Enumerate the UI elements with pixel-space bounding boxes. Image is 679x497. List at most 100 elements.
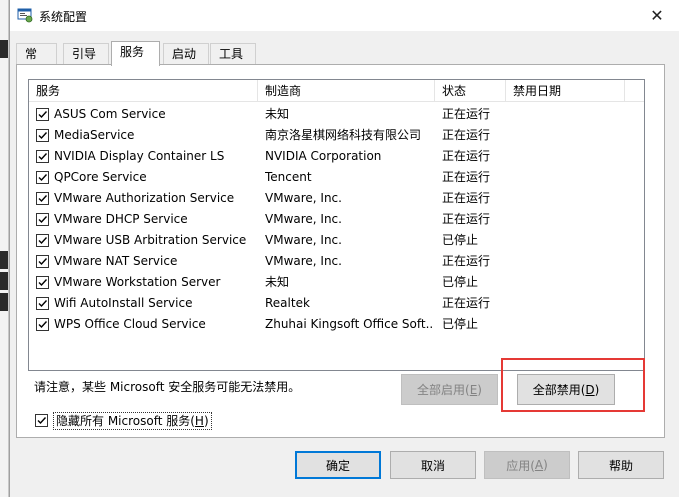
service-name: VMware Workstation Server <box>54 275 221 289</box>
service-name: Wifi AutoInstall Service <box>54 296 193 310</box>
apply-button[interactable]: 应用(A) <box>484 451 570 479</box>
service-status: 正在运行 <box>442 254 491 268</box>
checkmark-icon <box>38 279 48 287</box>
background-block <box>0 251 8 269</box>
service-name: MediaService <box>54 128 135 142</box>
service-checkbox[interactable] <box>36 318 49 331</box>
enable-all-label: 全部启用( <box>417 383 470 397</box>
service-status: 正在运行 <box>442 212 491 226</box>
disable-all-button[interactable]: 全部禁用(D) <box>517 374 615 405</box>
service-checkbox[interactable] <box>36 150 49 163</box>
table-row[interactable]: VMware USB Arbitration Service VMware, I… <box>29 230 644 251</box>
service-status: 正在运行 <box>442 107 491 121</box>
disable-all-suffix: ) <box>594 382 600 397</box>
apply-suffix: ) <box>543 458 548 472</box>
table-row[interactable]: VMware NAT Service VMware, Inc. 正在运行 <box>29 251 644 272</box>
help-label: 帮助 <box>608 458 633 473</box>
service-checkbox[interactable] <box>36 234 49 247</box>
table-row[interactable]: VMware Workstation Server 未知 已停止 <box>29 272 644 293</box>
service-name: VMware Authorization Service <box>54 191 235 205</box>
table-row[interactable]: VMware Authorization Service VMware, Inc… <box>29 188 644 209</box>
tab-tools[interactable]: 工具 <box>210 43 256 65</box>
service-manufacturer: Realtek <box>265 296 310 310</box>
tab-services[interactable]: 服务 <box>111 41 160 66</box>
background-block <box>0 40 8 58</box>
table-row[interactable]: MediaService 南京洛星棋网络科技有限公司 正在运行 <box>29 125 644 146</box>
service-disabled-date <box>513 209 623 230</box>
service-name: QPCore Service <box>54 170 147 184</box>
tab-label: 引导 <box>72 47 97 61</box>
tab-boot[interactable]: 引导 <box>63 43 109 65</box>
service-name: ASUS Com Service <box>54 107 166 121</box>
apply-label: 应用( <box>506 458 535 473</box>
service-manufacturer: VMware, Inc. <box>265 254 342 268</box>
table-row[interactable]: QPCore Service Tencent 正在运行 <box>29 167 644 188</box>
msconfig-icon <box>17 8 33 23</box>
list-header: 服务 制造商 状态 禁用日期 <box>29 80 644 102</box>
hide-ms-accesskey: H <box>194 414 204 428</box>
disable-all-accesskey: D <box>585 382 595 397</box>
ms-services-note: 请注意，某些 Microsoft 安全服务可能无法禁用。 <box>34 380 301 394</box>
service-status: 正在运行 <box>442 191 491 205</box>
service-manufacturer: 南京洛星棋网络科技有限公司 <box>265 128 422 142</box>
service-disabled-date <box>513 293 623 314</box>
cancel-button[interactable]: 取消 <box>390 451 476 479</box>
service-status: 已停止 <box>442 233 479 247</box>
service-status: 正在运行 <box>442 296 491 310</box>
service-name: WPS Office Cloud Service <box>54 317 206 331</box>
tab-label: 工具 <box>219 47 244 61</box>
service-name: NVIDIA Display Container LS <box>54 149 225 163</box>
help-button[interactable]: 帮助 <box>578 451 664 479</box>
column-header-disabled-date[interactable]: 禁用日期 <box>506 80 625 102</box>
hide-ms-services-label: 隐藏所有 Microsoft 服务(H) <box>53 412 212 430</box>
service-checkbox[interactable] <box>36 192 49 205</box>
service-name: VMware NAT Service <box>54 254 178 268</box>
service-disabled-date <box>513 125 623 146</box>
table-row[interactable]: ASUS Com Service 未知 正在运行 <box>29 104 644 125</box>
service-manufacturer: VMware, Inc. <box>265 191 342 205</box>
service-manufacturer: Zhuhai Kingsoft Office Soft... <box>265 317 433 331</box>
service-disabled-date <box>513 188 623 209</box>
checkmark-icon <box>38 132 48 140</box>
service-status: 已停止 <box>442 275 479 289</box>
title-bar: 系统配置 ✕ <box>10 0 679 31</box>
service-name: VMware USB Arbitration Service <box>54 233 247 247</box>
service-checkbox[interactable] <box>36 171 49 184</box>
ok-button[interactable]: 确定 <box>295 451 381 479</box>
service-status: 已停止 <box>442 317 479 331</box>
column-header-status[interactable]: 状态 <box>435 80 506 102</box>
table-row[interactable]: NVIDIA Display Container LS NVIDIA Corpo… <box>29 146 644 167</box>
service-checkbox[interactable] <box>36 213 49 226</box>
enable-all-button[interactable]: 全部启用(E) <box>401 374 498 405</box>
tab-general[interactable]: 常规 <box>16 43 57 81</box>
column-header-manufacturer[interactable]: 制造商 <box>258 80 435 102</box>
tab-label: 服务 <box>120 45 145 59</box>
service-manufacturer: NVIDIA Corporation <box>265 149 382 163</box>
checkmark-icon <box>38 216 48 224</box>
checkmark-icon <box>38 300 48 308</box>
service-checkbox[interactable] <box>36 108 49 121</box>
service-disabled-date <box>513 167 623 188</box>
table-row[interactable]: WPS Office Cloud Service Zhuhai Kingsoft… <box>29 314 644 335</box>
service-checkbox[interactable] <box>36 129 49 142</box>
service-status: 正在运行 <box>442 170 491 184</box>
checkmark-icon <box>37 417 47 425</box>
service-checkbox[interactable] <box>36 255 49 268</box>
service-manufacturer: Tencent <box>265 170 312 184</box>
service-disabled-date <box>513 314 623 335</box>
service-disabled-date <box>513 251 623 272</box>
service-checkbox[interactable] <box>36 276 49 289</box>
tab-startup[interactable]: 启动 <box>163 43 209 65</box>
hide-ms-services-checkbox[interactable] <box>35 414 48 427</box>
table-row[interactable]: VMware DHCP Service VMware, Inc. 正在运行 <box>29 209 644 230</box>
column-header-service[interactable]: 服务 <box>29 80 258 102</box>
service-checkbox[interactable] <box>36 297 49 310</box>
close-button[interactable]: ✕ <box>634 0 679 31</box>
service-manufacturer: VMware, Inc. <box>265 212 342 226</box>
table-row[interactable]: Wifi AutoInstall Service Realtek 正在运行 <box>29 293 644 314</box>
checkmark-icon <box>38 153 48 161</box>
apply-accesskey: A <box>534 458 544 472</box>
services-list[interactable]: 服务 制造商 状态 禁用日期 ASUS Com Service 未知 正在运行 … <box>28 79 645 371</box>
checkmark-icon <box>38 111 48 119</box>
enable-all-accesskey: E <box>469 382 478 397</box>
